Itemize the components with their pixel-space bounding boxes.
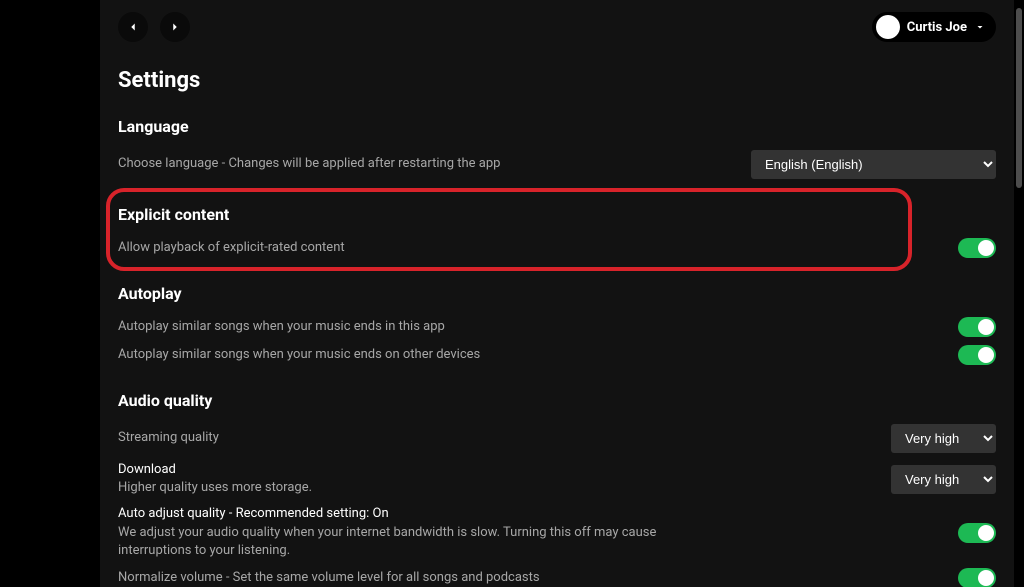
download-select[interactable]: Very high [891, 465, 996, 494]
download-row: Download Higher quality uses more storag… [118, 457, 996, 501]
auto-adjust-text: Auto adjust quality - Recommended settin… [118, 505, 658, 560]
download-sub: Higher quality uses more storage. [118, 480, 312, 495]
auto-adjust-row: Auto adjust quality - Recommended settin… [118, 501, 996, 564]
download-label: Download [118, 462, 176, 477]
autoplay-desc-1: Autoplay similar songs when your music e… [118, 318, 938, 336]
nav-back-button[interactable] [118, 12, 148, 42]
normalize-label: Normalize volume - Set the same volume l… [118, 569, 938, 587]
language-heading: Language [118, 117, 996, 136]
language-description: Choose language - Changes will be applie… [118, 155, 731, 173]
topbar: Curtis Joe [100, 0, 1014, 54]
chevron-left-icon [126, 20, 140, 34]
explicit-heading: Explicit content [118, 205, 996, 224]
user-name-label: Curtis Joe [907, 20, 967, 35]
left-gutter [0, 0, 95, 587]
streaming-select[interactable]: Very high [891, 424, 996, 453]
explicit-row: Allow playback of explicit-rated content [118, 234, 996, 262]
audio-heading: Audio quality [118, 391, 996, 410]
streaming-row: Streaming quality Very high [118, 420, 996, 457]
user-menu-button[interactable]: Curtis Joe [872, 12, 996, 42]
caret-down-icon [974, 21, 986, 33]
nav-buttons [118, 12, 190, 42]
explicit-description: Allow playback of explicit-rated content [118, 239, 938, 257]
avatar [876, 15, 900, 39]
download-text: Download Higher quality uses more storag… [118, 461, 871, 497]
auto-adjust-toggle[interactable] [958, 523, 996, 543]
settings-content: Settings Language Choose language - Chan… [100, 68, 1014, 587]
autoplay-desc-2: Autoplay similar songs when your music e… [118, 346, 938, 364]
scrollbar[interactable] [1016, 8, 1022, 188]
autoplay-heading: Autoplay [118, 284, 996, 303]
autoplay-row-2: Autoplay similar songs when your music e… [118, 341, 996, 369]
autoplay-row-1: Autoplay similar songs when your music e… [118, 313, 996, 341]
nav-forward-button[interactable] [160, 12, 190, 42]
auto-adjust-label: Auto adjust quality - Recommended settin… [118, 506, 389, 521]
streaming-label: Streaming quality [118, 429, 871, 447]
normalize-toggle[interactable] [958, 568, 996, 587]
explicit-toggle[interactable] [958, 238, 996, 258]
autoplay-toggle-1[interactable] [958, 317, 996, 337]
language-select[interactable]: English (English) [751, 150, 996, 179]
main-panel: Curtis Joe Settings Language Choose lang… [100, 0, 1014, 587]
autoplay-toggle-2[interactable] [958, 345, 996, 365]
chevron-right-icon [168, 20, 182, 34]
language-row: Choose language - Changes will be applie… [118, 146, 996, 183]
page-title: Settings [118, 68, 996, 93]
normalize-row: Normalize volume - Set the same volume l… [118, 564, 996, 587]
auto-adjust-sub: We adjust your audio quality when your i… [118, 525, 656, 558]
